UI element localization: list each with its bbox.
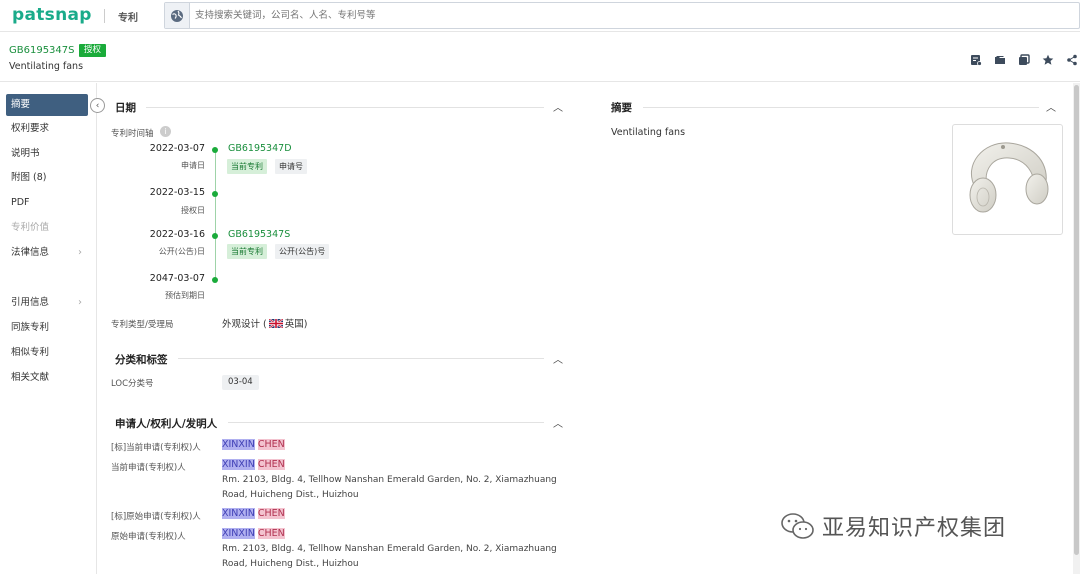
- timeline-date: 2047-03-07: [149, 273, 205, 284]
- nav-item-patent-value: 专利价值: [11, 222, 50, 233]
- patent-type-text: 外观设计 (: [222, 319, 267, 330]
- publication-number-link[interactable]: GB6195347S: [228, 229, 290, 240]
- applicant-name[interactable]: XINXIN CHEN: [222, 508, 285, 519]
- section-divider: [228, 422, 544, 423]
- classification-heading: 分类和标签: [115, 354, 168, 366]
- abstract-text: Ventilating fans: [611, 127, 686, 138]
- last-name: CHEN: [257, 459, 285, 470]
- copy-icon[interactable]: [1016, 52, 1032, 68]
- chevron-up-icon[interactable]: ︿: [553, 99, 563, 114]
- nav-item-claims[interactable]: 权利要求: [6, 118, 88, 140]
- patent-type-value: 外观设计 ( 英国): [222, 316, 307, 330]
- timeline-date: 2022-03-15: [149, 187, 205, 198]
- patent-type-label: 专利类型/受理局: [111, 320, 174, 330]
- applicant-label: [标]原始申请(专利权)人: [111, 512, 201, 522]
- timeline-dot: [212, 233, 218, 239]
- applicant-name[interactable]: XINXIN CHEN: [222, 439, 285, 450]
- watermark-text: 亚易知识产权集团: [822, 516, 1007, 541]
- patent-drawing-thumbnail[interactable]: [952, 124, 1063, 235]
- applicant-label: 原始申请(专利权)人: [111, 532, 186, 542]
- left-nav: 摘要 权利要求 说明书 附图 (8) PDF 专利价值 法律信息 › 引用信息 › …: [0, 83, 97, 574]
- wechat-icon: [781, 513, 814, 539]
- current-patent-tag: 当前专利: [227, 159, 267, 174]
- info-icon[interactable]: i: [160, 126, 171, 137]
- application-number-tag: 申请号: [275, 159, 307, 174]
- nav-item-citation-info[interactable]: 引用信息 ›: [6, 292, 88, 314]
- abstract-heading: 摘要: [611, 102, 632, 114]
- header-actions: [968, 52, 1080, 68]
- timeline-date: 2022-03-16: [149, 229, 205, 240]
- first-name: XINXIN: [222, 439, 255, 450]
- last-name: CHEN: [257, 439, 285, 450]
- applicant-address: Rm. 2103, Bldg. 4, Tellhow Nanshan Emera…: [222, 475, 557, 500]
- section-divider: [146, 107, 544, 108]
- first-name: XINXIN: [222, 528, 255, 539]
- timeline-date: 2022-03-07: [149, 143, 205, 154]
- last-name: CHEN: [257, 508, 285, 519]
- timeline-dot: [212, 191, 218, 197]
- last-name: CHEN: [257, 528, 285, 539]
- status-badge: 授权: [79, 44, 107, 57]
- applicant-label: 当前申请(专利权)人: [111, 463, 186, 473]
- loc-label: LOC分类号: [111, 379, 154, 389]
- applicant-label: [标]当前申请(专利权)人: [111, 443, 201, 453]
- timeline-sub-label: 授权日: [181, 206, 205, 215]
- uk-flag-icon: [268, 319, 283, 328]
- timeline-dot: [212, 277, 218, 283]
- search-box[interactable]: [164, 2, 1080, 29]
- nav-item-family-patents[interactable]: 同族专利: [6, 317, 88, 339]
- timeline-line: [215, 150, 216, 281]
- scrollbar-thumb[interactable]: [1074, 85, 1079, 555]
- dates-heading: 日期: [115, 102, 136, 114]
- timeline-sub-label: 申请日: [181, 161, 205, 170]
- section-divider: [178, 358, 544, 359]
- patent-header: GB6195347S 授权 Ventilating fans: [0, 38, 1080, 82]
- patent-number: GB6195347S: [9, 45, 75, 56]
- applicant-address: Rm. 2103, Bldg. 4, Tellhow Nanshan Emera…: [222, 544, 557, 569]
- country-text: 英国: [284, 319, 304, 330]
- patent-title: Ventilating fans: [9, 61, 84, 72]
- nav-item-similar-patents[interactable]: 相似专利: [6, 342, 88, 364]
- applicant-name[interactable]: XINXIN CHEN: [222, 528, 285, 539]
- current-patent-tag: 当前专利: [227, 244, 267, 259]
- chevron-up-icon[interactable]: ︿: [553, 351, 563, 366]
- nav-item-legal-info[interactable]: 法律信息 ›: [6, 242, 88, 264]
- section-divider: [643, 107, 1039, 108]
- publication-number-tag: 公开(公告)号: [275, 244, 330, 259]
- star-icon[interactable]: [1040, 52, 1056, 68]
- timeline-label: 专利时间轴: [111, 129, 154, 139]
- globe-icon[interactable]: [165, 3, 190, 28]
- loc-chip[interactable]: 03-04: [222, 375, 259, 390]
- nav-item-abstract[interactable]: 摘要: [6, 94, 88, 116]
- chevron-up-icon[interactable]: ︿: [1046, 99, 1056, 114]
- timeline-sub-label: 公开(公告)日: [158, 247, 205, 256]
- chevron-up-icon[interactable]: ︿: [553, 415, 563, 430]
- timeline-sub-label: 预估到期日: [165, 291, 205, 300]
- first-name: XINXIN: [222, 459, 255, 470]
- folder-icon[interactable]: [992, 52, 1008, 68]
- application-number-link[interactable]: GB6195347D: [228, 143, 292, 154]
- paren-close: ): [303, 319, 308, 330]
- nav-item-description[interactable]: 说明书: [6, 143, 88, 165]
- watermark: 亚易知识产权集团: [780, 510, 1006, 542]
- chevron-right-icon: ›: [78, 247, 82, 258]
- top-bar: patsnap 专利: [0, 0, 1080, 32]
- section-label[interactable]: 专利: [118, 9, 138, 24]
- patsnap-logo[interactable]: patsnap: [12, 5, 92, 25]
- nav-item-drawings[interactable]: 附图 (8): [6, 167, 88, 189]
- first-name: XINXIN: [222, 508, 255, 519]
- timeline-dot: [212, 147, 218, 153]
- applicants-heading: 申请人/权利人/发明人: [115, 418, 218, 430]
- note-icon[interactable]: [968, 52, 984, 68]
- nav-item-related-docs[interactable]: 相关文献: [6, 367, 88, 389]
- applicant-name[interactable]: XINXIN CHEN: [222, 459, 285, 470]
- nav-item-pdf[interactable]: PDF: [6, 192, 88, 214]
- share-icon[interactable]: [1064, 52, 1080, 68]
- divider: [104, 9, 105, 23]
- chevron-right-icon: ›: [78, 297, 82, 308]
- collapse-nav-button[interactable]: ‹: [90, 98, 105, 113]
- search-input[interactable]: [195, 8, 995, 23]
